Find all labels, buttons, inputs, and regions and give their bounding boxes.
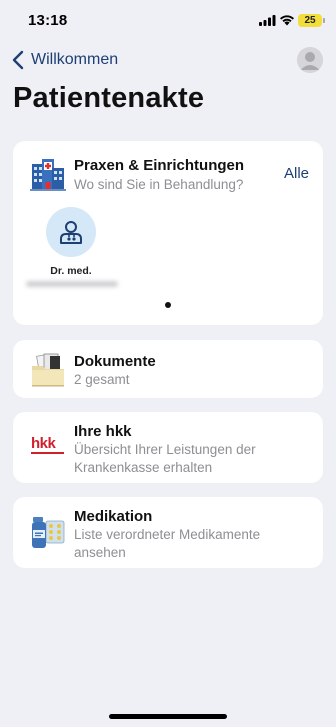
hospital-buildings-icon xyxy=(30,159,66,191)
profile-avatar-button[interactable] xyxy=(297,47,323,73)
home-indicator[interactable] xyxy=(109,714,227,719)
practice-name: Dr. med. xyxy=(50,265,92,277)
wifi-icon xyxy=(280,15,294,26)
battery-icon: 25 xyxy=(298,14,325,27)
document-folder-icon xyxy=(32,353,64,387)
hkk-logo-icon: hkk xyxy=(31,435,69,455)
chevron-left-icon xyxy=(12,50,24,70)
page-title: Patientenakte xyxy=(13,82,205,114)
back-button[interactable]: Willkommen xyxy=(12,49,118,71)
hkk-title: Ihre hkk xyxy=(74,423,132,440)
medikation-title: Medikation xyxy=(74,508,153,525)
practice-item[interactable]: Dr. med. xyxy=(25,207,118,297)
medikation-subtitle: Liste verordneter Medikamente ansehen xyxy=(74,527,261,560)
back-button-label: Willkommen xyxy=(31,51,119,68)
dokumente-card[interactable]: Dokumente 2 gesamt xyxy=(13,340,323,398)
medication-icon xyxy=(32,517,65,548)
navigation-bar: Willkommen xyxy=(0,44,336,78)
praxen-subtitle: Wo sind Sie in Behandlung? xyxy=(74,177,244,192)
practice-name-redacted xyxy=(26,281,118,287)
hkk-subtitle: Übersicht Ihrer Leistungen der Krankenka… xyxy=(74,442,256,475)
doctor-icon xyxy=(60,221,82,244)
praxen-card: Praxen & Einrichtungen Wo sind Sie in Be… xyxy=(13,141,323,325)
alle-link[interactable]: Alle xyxy=(284,165,309,182)
status-time: 13:18 xyxy=(28,12,68,29)
practice-avatar xyxy=(46,207,96,257)
dokumente-subtitle: 2 gesamt xyxy=(74,372,130,387)
cellular-signal-icon xyxy=(259,15,276,26)
page-indicator-dot xyxy=(165,302,171,308)
hkk-card[interactable]: hkk Ihre hkk Übersicht Ihrer Leistungen … xyxy=(13,412,323,483)
hkk-logo-text: hkk xyxy=(31,435,56,452)
praxen-title: Praxen & Einrichtungen xyxy=(74,157,245,174)
user-avatar-icon xyxy=(297,47,323,73)
medikation-card[interactable]: Medikation Liste verordneter Medikamente… xyxy=(13,497,323,568)
dokumente-title: Dokumente xyxy=(74,353,156,370)
status-bar: 13:18 25 xyxy=(0,0,336,44)
